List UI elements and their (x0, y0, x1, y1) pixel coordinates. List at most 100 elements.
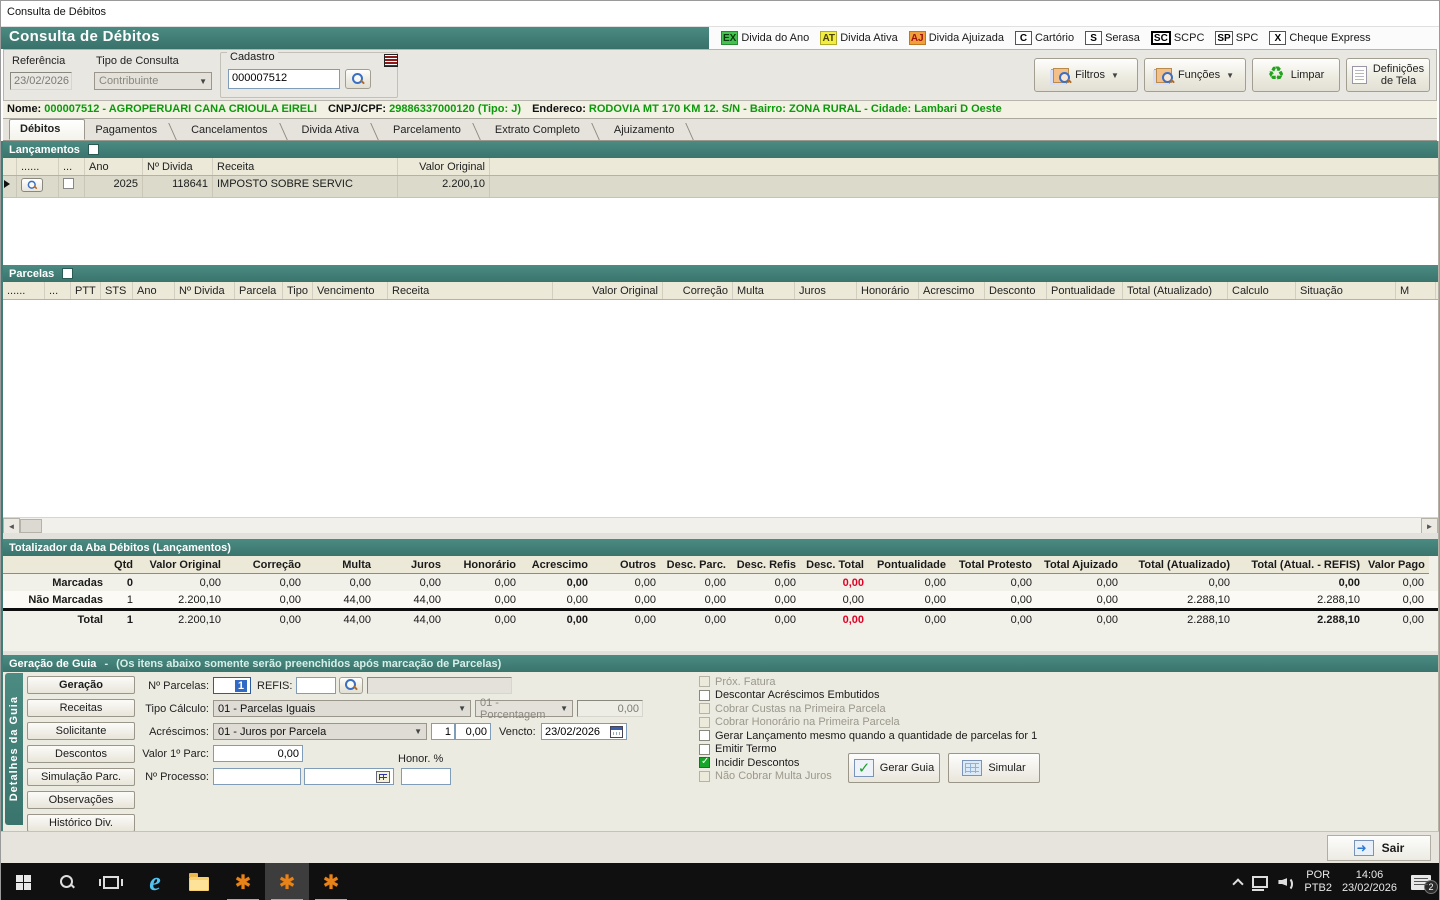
taskbar-search-button[interactable] (45, 863, 89, 900)
option-descontar-acrescimos-embutidos[interactable]: Descontar Acréscimos Embutidos (699, 690, 1037, 701)
row-search-button[interactable] (21, 178, 43, 192)
guia-side-button-historico-div[interactable]: Histórico Div. (27, 814, 135, 832)
tray-expand-icon[interactable] (1233, 878, 1244, 889)
tab-pagamentos[interactable]: Pagamentos (85, 121, 181, 140)
parc-col-ano[interactable]: Ano (133, 282, 175, 299)
speaker-icon[interactable] (1278, 875, 1294, 889)
lanc-col-n-divida[interactable]: Nº Divida (143, 158, 213, 175)
record-list-icon[interactable] (384, 54, 398, 67)
checkbox-icon[interactable] (699, 744, 710, 755)
tab-parcelamento[interactable]: Parcelamento (383, 121, 485, 140)
refis-input[interactable] (296, 677, 336, 694)
funcoes-button[interactable]: Funções ▼ (1144, 58, 1246, 92)
erp-app-button-2[interactable]: ✱ (265, 863, 309, 900)
tipo-consulta-select[interactable]: Contribuinte ▼ (94, 72, 212, 90)
parc-col-desconto[interactable]: Desconto (985, 282, 1047, 299)
option-gerar-lancamento-mesmo-quando-a-quantidade-de-parcelas-for-1[interactable]: Gerar Lançamento mesmo quando a quantida… (699, 730, 1037, 741)
erp-app-button-1[interactable]: ✱ (221, 863, 265, 900)
language-indicator[interactable]: POR PTB2 (1304, 869, 1332, 895)
parc-col-honorario[interactable]: Honorário (857, 282, 919, 299)
honor-input[interactable] (401, 768, 451, 785)
lanc-col-[interactable]: ...... (17, 158, 59, 175)
tab-extrato-completo[interactable]: Extrato Completo (485, 121, 604, 140)
horizontal-scrollbar[interactable]: ◄ ► (3, 517, 1438, 533)
referencia-field[interactable]: 23/02/2026 (10, 72, 72, 90)
tipo-calculo-select[interactable]: 01 - Parcelas Iguais ▼ (213, 700, 471, 717)
cadastro-search-button[interactable] (345, 69, 371, 89)
tab-divida-ativa[interactable]: Divida Ativa (292, 121, 383, 140)
guia-side-button-descontos[interactable]: Descontos (27, 745, 135, 763)
checkbox-icon[interactable] (699, 690, 710, 701)
acrescimos-amount-input[interactable]: 0,00 (455, 723, 491, 740)
lanc-col-[interactable]: ... (59, 158, 85, 175)
parc-col-parcela[interactable]: Parcela (235, 282, 283, 299)
row-checkbox[interactable] (63, 178, 74, 189)
parc-col-valor-original[interactable]: Valor Original (553, 282, 663, 299)
valor-parc-input[interactable]: 0,00 (213, 745, 303, 762)
parc-col-[interactable]: ... (45, 282, 71, 299)
parc-col-[interactable]: ...... (3, 282, 45, 299)
parc-col-juros[interactable]: Juros (795, 282, 857, 299)
simular-button[interactable]: Simular (948, 753, 1040, 783)
task-view-button[interactable] (89, 863, 133, 900)
tab-ajuizamento[interactable]: Ajuizamento (604, 121, 699, 140)
lancamentos-row[interactable]: 2025 118641 IMPOSTO SOBRE SERVIC 2.200,1… (3, 176, 1438, 198)
checkbox-icon[interactable] (699, 730, 710, 741)
parc-col-tipo[interactable]: Tipo (283, 282, 313, 299)
guia-side-button-geracao[interactable]: Geração (27, 676, 135, 694)
num-parcelas-input[interactable]: 1 (213, 677, 251, 694)
definicoes-tela-button[interactable]: Definições de Tela (1346, 58, 1430, 92)
file-explorer-button[interactable] (177, 863, 221, 900)
gerar-guia-button[interactable]: Gerar Guia (848, 753, 940, 783)
option-prox-fatura[interactable]: Próx. Fatura (699, 676, 1037, 687)
parc-col-vencimento[interactable]: Vencimento (313, 282, 388, 299)
scroll-left-button[interactable]: ◄ (3, 518, 20, 534)
parc-col-pontualidade[interactable]: Pontualidade (1047, 282, 1123, 299)
parc-col-calculo[interactable]: Calculo (1228, 282, 1296, 299)
internet-explorer-button[interactable]: e (133, 863, 177, 900)
calculator-icon[interactable] (376, 771, 390, 783)
sair-button[interactable]: Sair (1327, 835, 1431, 861)
refis-search-button[interactable] (339, 677, 363, 694)
calendar-icon[interactable] (610, 726, 623, 738)
option-cobrar-honorario-na-primeira-parcela[interactable]: Cobrar Honorário na Primeira Parcela (699, 717, 1037, 728)
parc-col-sts[interactable]: STS (101, 282, 133, 299)
parc-col-situacao[interactable]: Situação (1296, 282, 1396, 299)
acrescimos-qty-input[interactable]: 1 (431, 723, 455, 740)
guia-side-button-solicitante[interactable]: Solicitante (27, 722, 135, 740)
parcelas-select-all-checkbox[interactable] (62, 268, 73, 279)
lanc-col-valor-original[interactable]: Valor Original (398, 158, 490, 175)
parc-col-receita[interactable]: Receita (388, 282, 553, 299)
parc-col-ptt[interactable]: PTT (71, 282, 101, 299)
filtros-button[interactable]: Filtros ▼ (1034, 58, 1138, 92)
lanc-col-ano[interactable]: Ano (85, 158, 143, 175)
option-cobrar-custas-na-primeira-parcela[interactable]: Cobrar Custas na Primeira Parcela (699, 703, 1037, 714)
parc-col-n-divida[interactable]: Nº Divida (175, 282, 235, 299)
parc-col-multa[interactable]: Multa (733, 282, 795, 299)
clock[interactable]: 14:06 23/02/2026 (1342, 869, 1397, 895)
action-center-icon[interactable]: 2 (1411, 875, 1431, 890)
scrollbar-thumb[interactable] (20, 519, 42, 533)
acrescimos-select[interactable]: 01 - Juros por Parcela ▼ (213, 723, 427, 740)
guia-side-button-simulacao-parc[interactable]: Simulação Parc. (27, 768, 135, 786)
lanc-col-receita[interactable]: Receita (213, 158, 398, 175)
lancamentos-select-all-checkbox[interactable] (88, 144, 99, 155)
scroll-right-button[interactable]: ► (1421, 518, 1438, 534)
start-button[interactable] (1, 863, 45, 900)
processo-input-1[interactable] (213, 768, 301, 785)
cadastro-input[interactable]: 000007512 (228, 69, 340, 89)
detalhes-guia-vertical-tab[interactable]: Detalhes da Guia (5, 673, 23, 825)
erp-app-button-3[interactable]: ✱ (309, 863, 353, 900)
guia-side-button-receitas[interactable]: Receitas (27, 699, 135, 717)
tab-debitos[interactable]: Débitos (9, 119, 85, 140)
parc-col-m[interactable]: M (1396, 282, 1436, 299)
checkbox-icon[interactable] (699, 757, 710, 768)
vencto-date-input[interactable]: 23/02/2026 (541, 723, 627, 740)
parc-col-total-atualizado[interactable]: Total (Atualizado) (1123, 282, 1228, 299)
network-icon[interactable] (1252, 876, 1268, 888)
tab-cancelamentos[interactable]: Cancelamentos (181, 121, 291, 140)
processo-input-2[interactable] (304, 768, 394, 785)
parc-col-correcao[interactable]: Correção (663, 282, 733, 299)
limpar-button[interactable]: ♻ Limpar (1252, 58, 1340, 92)
parc-col-acrescimo[interactable]: Acrescimo (919, 282, 985, 299)
